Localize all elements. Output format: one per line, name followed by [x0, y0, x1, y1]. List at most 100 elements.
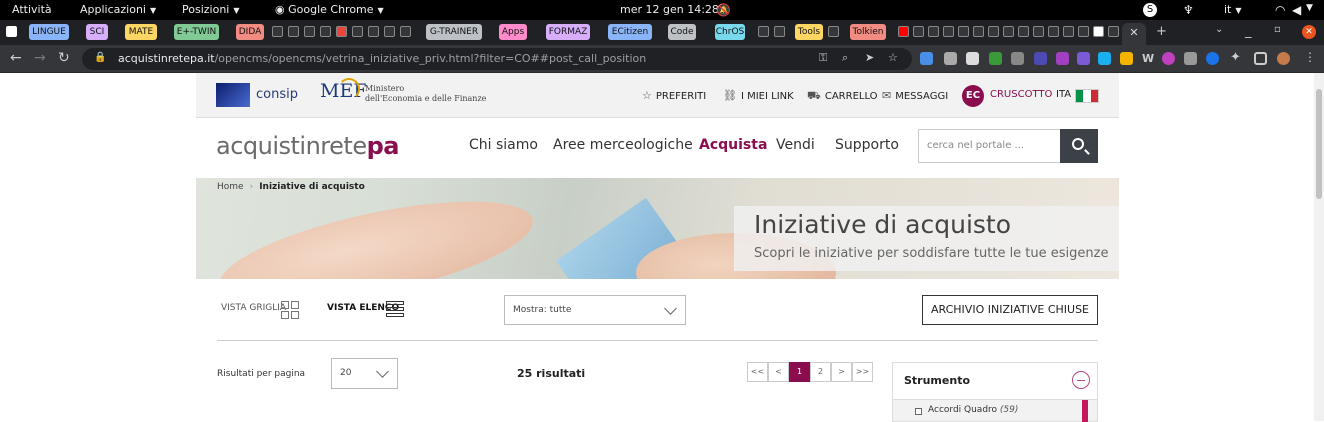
new-tab-icon[interactable]: +	[1156, 24, 1167, 39]
tab-favicon[interactable]	[1078, 26, 1089, 37]
extension-icon[interactable]	[1162, 52, 1175, 65]
tab-favicon[interactable]	[913, 26, 924, 37]
tab-favicon[interactable]	[973, 26, 984, 37]
tab-group-apps[interactable]: Apps	[499, 24, 527, 40]
wifi-icon[interactable]: ◠	[1275, 3, 1285, 17]
nav-acquista[interactable]: Acquista	[699, 137, 767, 153]
pagination-page-2[interactable]: 2	[810, 362, 831, 382]
tab-group-formaz[interactable]: FORMAZ	[546, 24, 590, 40]
tab-favicon[interactable]	[336, 26, 347, 37]
tab-favicon[interactable]	[288, 26, 299, 37]
tab-group-etwin[interactable]: E+-TWIN	[174, 24, 219, 40]
restore-icon[interactable]: ▫	[1274, 24, 1281, 35]
list-view-icon[interactable]	[386, 301, 404, 319]
extension-icon[interactable]	[1034, 52, 1047, 65]
minimize-icon[interactable]: _	[1245, 24, 1252, 39]
tray-app-icon[interactable]: ♆	[1183, 3, 1194, 17]
results-per-page-select[interactable]: 20	[331, 358, 398, 389]
chrome-menu-icon[interactable]: ⋮	[1304, 50, 1316, 64]
tab-group-code[interactable]: Code	[668, 24, 696, 40]
extension-icon[interactable]	[920, 52, 933, 65]
grid-view-icon[interactable]	[281, 301, 299, 319]
app-menu[interactable]: ◉ Google Chrome ▼	[275, 3, 384, 16]
pinned-tab[interactable]	[6, 26, 17, 37]
filter-checkbox[interactable]	[915, 408, 922, 415]
address-bar[interactable]: 🔒 acquistinretepa.it/opencms/opencms/vet…	[82, 48, 912, 70]
site-logo[interactable]: acquistinretepa	[216, 132, 399, 160]
tab-favicon[interactable]	[958, 26, 969, 37]
send-icon[interactable]: ➤	[865, 51, 874, 64]
carrello-link[interactable]: ⛟ CARRELLO	[807, 89, 878, 104]
notifications-off-icon[interactable]: 🔕	[716, 3, 731, 17]
preferiti-link[interactable]: ☆ PREFERITI	[642, 89, 706, 102]
tab-group-ecitizen[interactable]: ECitizen	[608, 24, 652, 40]
page-scrollbar[interactable]	[1314, 73, 1324, 421]
tab-favicon[interactable]	[320, 26, 331, 37]
extension-icon[interactable]	[1098, 52, 1111, 65]
messaggi-link[interactable]: ✉ MESSAGGI	[882, 89, 948, 102]
archivio-iniziative-chiuse-button[interactable]: ARCHIVIO INIZIATIVE CHIUSE	[922, 295, 1098, 325]
cruscotto-link[interactable]: CRUSCOTTO	[990, 89, 1052, 100]
extension-icon[interactable]	[1011, 52, 1024, 65]
pagination-next[interactable]: >	[831, 362, 852, 382]
key-icon[interactable]: ⚿	[819, 51, 827, 65]
input-language[interactable]: it ▼	[1224, 3, 1242, 16]
google-tab-icon[interactable]	[1093, 26, 1104, 37]
back-icon[interactable]: ←	[10, 50, 22, 66]
volume-icon[interactable]: ◀	[1292, 3, 1301, 17]
user-initials-badge[interactable]: EC	[962, 85, 984, 107]
tab-favicon[interactable]	[384, 26, 395, 37]
tab-favicon[interactable]	[758, 26, 769, 37]
pagination-page-1[interactable]: 1	[789, 362, 810, 382]
extension-icon[interactable]	[1184, 52, 1197, 65]
zoom-icon[interactable]: ⌕	[842, 51, 848, 65]
skype-icon[interactable]: S	[1143, 3, 1157, 17]
tab-search-icon[interactable]: ⌄	[1215, 24, 1223, 35]
tab-favicon[interactable]	[368, 26, 379, 37]
filter-option[interactable]: Accordi Quadro (59)	[893, 399, 1097, 422]
extension-icon[interactable]	[1206, 52, 1219, 65]
close-tab-icon[interactable]: ✕	[1129, 26, 1138, 39]
site-search-button[interactable]	[1060, 129, 1098, 163]
tab-favicon[interactable]	[1108, 26, 1119, 37]
close-window-icon[interactable]: ✕	[1302, 25, 1316, 39]
puzzle-extensions-icon[interactable]: ✦	[1230, 50, 1241, 65]
pagination-prev[interactable]: <	[768, 362, 789, 382]
lock-icon[interactable]: 🔒	[94, 52, 106, 63]
nav-vendi[interactable]: Vendi	[776, 137, 815, 153]
places-menu[interactable]: Posizioni ▼	[182, 3, 240, 16]
tab-group-gtrainer[interactable]: G-TRAINER	[426, 24, 482, 40]
scrollbar-thumb[interactable]	[1316, 89, 1322, 199]
avatar[interactable]	[1277, 52, 1290, 65]
forward-icon[interactable]: →	[34, 50, 46, 66]
tab-favicon[interactable]	[352, 26, 363, 37]
reload-icon[interactable]: ↻	[58, 50, 70, 66]
tab-favicon[interactable]	[304, 26, 315, 37]
tab-favicon[interactable]	[1048, 26, 1059, 37]
tab-favicon[interactable]	[1003, 26, 1014, 37]
activities-button[interactable]: Attività	[12, 3, 52, 16]
tab-favicon[interactable]	[828, 26, 839, 37]
breadcrumb-home[interactable]: Home	[217, 182, 244, 192]
tab-favicon[interactable]	[1018, 26, 1029, 37]
nav-aree-merceologiche[interactable]: Aree merceologiche	[553, 137, 693, 153]
mostra-select[interactable]: Mostra: tutte	[504, 295, 686, 325]
language-label[interactable]: ITA	[1056, 89, 1071, 100]
nav-chi-siamo[interactable]: Chi siamo	[469, 137, 538, 153]
tab-favicon[interactable]	[774, 26, 785, 37]
extension-icon[interactable]	[966, 52, 979, 65]
tab-favicon[interactable]	[1033, 26, 1044, 37]
tab-group-lingue[interactable]: LINGUE	[29, 24, 69, 40]
tab-favicon[interactable]	[272, 26, 283, 37]
tab-group-chros[interactable]: ChrOS	[715, 24, 745, 40]
tab-group-sci[interactable]: SCI	[86, 24, 108, 40]
tab-group-tools[interactable]: Tools	[795, 24, 823, 40]
grid-view-label[interactable]: VISTA GRIGLIA	[221, 303, 286, 313]
tab-favicon[interactable]	[400, 26, 411, 37]
tab-group-dida[interactable]: DIDA	[236, 24, 264, 40]
consip-label[interactable]: consip	[256, 87, 298, 102]
bookmark-star-icon[interactable]: ☆	[888, 51, 898, 64]
pagination-last[interactable]: >>	[852, 362, 873, 382]
consip-logo-icon[interactable]	[216, 83, 250, 107]
system-menu-chevron-icon[interactable]: ▼	[1306, 3, 1313, 13]
